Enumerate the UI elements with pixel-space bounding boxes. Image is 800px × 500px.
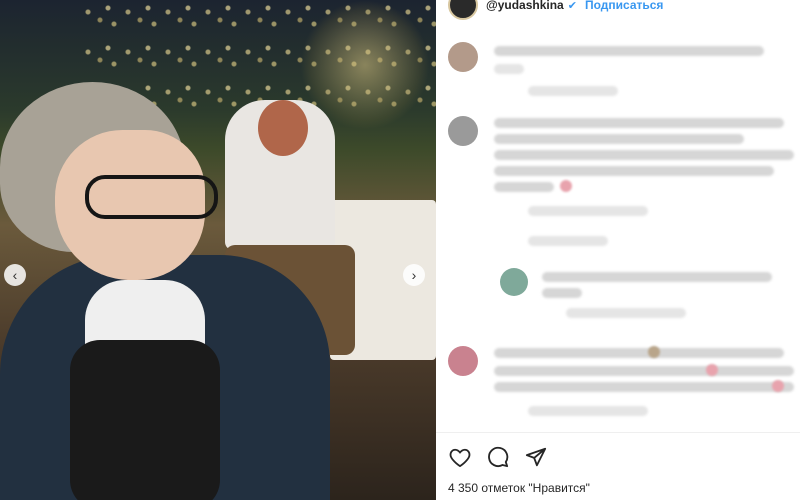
avatar[interactable] [448, 346, 478, 376]
comment-text [494, 382, 794, 392]
avatar[interactable] [448, 116, 478, 146]
heart-emoji-icon [706, 364, 718, 376]
avatar[interactable] [448, 42, 478, 72]
avatar[interactable] [448, 0, 478, 20]
username[interactable]: @yudashkina [486, 0, 564, 12]
action-bar [448, 445, 548, 469]
comments-panel: @yudashkina ✔ Подписаться 4 350 отметок … [436, 0, 800, 500]
reply [436, 262, 800, 322]
comment-text [494, 366, 794, 376]
follow-button[interactable]: Подписаться [585, 0, 663, 12]
comment-text [542, 288, 582, 298]
heart-emoji-icon [560, 180, 572, 192]
post-photo: ‹ › [0, 0, 436, 500]
comment-text [494, 134, 744, 144]
comment-icon[interactable] [486, 445, 510, 469]
divider [436, 432, 800, 433]
comment-text [494, 64, 524, 74]
chevron-right-icon[interactable]: › [403, 264, 425, 286]
likes-count[interactable]: 4 350 отметок "Нравится" [448, 481, 590, 495]
comment-text [494, 118, 784, 128]
comment-text [494, 166, 774, 176]
comment-meta [528, 406, 648, 416]
woman-vest [70, 340, 220, 500]
heart-emoji-icon [772, 380, 784, 392]
comment-text [542, 272, 772, 282]
comment-meta [528, 206, 648, 216]
comment [436, 342, 800, 422]
glasses [85, 175, 218, 219]
chevron-left-icon[interactable]: ‹ [4, 264, 26, 286]
view-replies[interactable] [528, 236, 608, 246]
send-icon[interactable] [524, 445, 548, 469]
comment-meta [566, 308, 686, 318]
comment-text [494, 150, 794, 160]
avatar[interactable] [500, 268, 528, 296]
comment [436, 112, 800, 222]
comment-text [494, 46, 764, 56]
verified-badge-icon: ✔ [567, 0, 577, 12]
comment-text [494, 348, 784, 358]
comment [436, 38, 800, 98]
heart-icon[interactable] [448, 445, 472, 469]
comment-text [494, 182, 554, 192]
emoji-icon [648, 346, 660, 358]
background-diner-head [258, 100, 308, 156]
comment-meta [528, 86, 618, 96]
post-header: @yudashkina ✔ Подписаться [436, 0, 800, 20]
